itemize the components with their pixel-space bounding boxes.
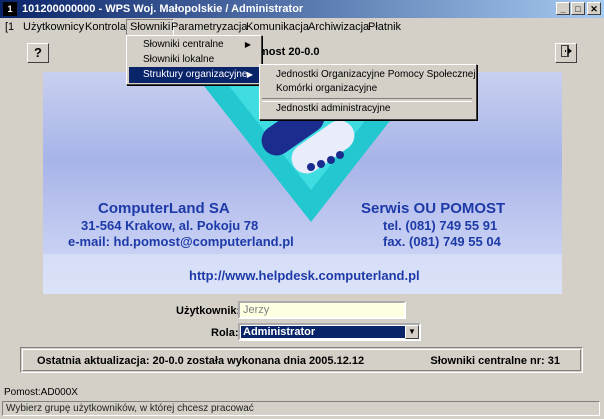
slowniki-menu: Słowniki centralne ▶ Słowniki lokalne St… (126, 35, 262, 85)
close-icon[interactable]: ✕ (587, 2, 601, 15)
company-email: e-mail: hd.pomost@computerland.pl (68, 234, 294, 249)
struktury-submenu: Jednostki Organizacyjne Pomocy Społeczne… (259, 64, 477, 120)
info-panel: Ostatnia aktualizacja: 20-0.0 została wy… (20, 347, 583, 373)
user-label: Użytkownik: (176, 305, 241, 317)
exit-door-icon (561, 45, 572, 57)
user-field[interactable]: Jerzy (238, 301, 406, 319)
submenu-arrow-icon: ▶ (244, 40, 251, 49)
menu-uzytkownicy[interactable]: Użytkownicy (20, 20, 87, 35)
service-tel: tel. (081) 749 55 91 (383, 218, 498, 233)
menu-parametryzacja[interactable]: Parametryzacja (168, 20, 250, 35)
company-name: ComputerLand SA (98, 200, 230, 217)
title-bar: 1 101200000000 - WPS Woj. Małopolskie / … (0, 0, 604, 18)
role-value: Administrator (241, 326, 407, 338)
company-address: 31-564 Krakow, al. Pokoju 78 (81, 218, 259, 233)
dictionary-number-text: Słowniki centralne nr: 31 (430, 355, 560, 367)
menu-bar: [1 Użytkownicy Kontrola Słowniki Paramet… (0, 18, 604, 36)
menu-bracket[interactable]: [1 (2, 20, 17, 35)
menu-item-label: Struktury organizacyjne (143, 69, 248, 80)
window-title: 101200000000 - WPS Woj. Małopolskie / Ad… (22, 3, 304, 15)
menu-item-slowniki-lokalne[interactable]: Słowniki lokalne (129, 52, 257, 68)
helpdesk-url[interactable]: http://www.helpdesk.computerland.pl (189, 268, 420, 283)
menu-komunikacja[interactable]: Komunikacja (243, 20, 312, 35)
pomost-id: Pomost:AD000X (4, 387, 78, 398)
menu-kontrola[interactable]: Kontrola (82, 20, 129, 35)
minimize-icon[interactable]: _ (556, 2, 570, 15)
role-label: Rola: (211, 327, 239, 339)
service-name: Serwis OU POMOST (361, 200, 506, 217)
menu-item-struktury-organizacyjne[interactable]: Struktury organizacyjne ▶ (129, 67, 259, 83)
menu-item-jednostki-administracyjne[interactable]: Jednostki administracyjne (262, 101, 472, 117)
role-select[interactable]: Administrator ▼ (238, 323, 421, 341)
help-button[interactable]: ? (27, 43, 49, 63)
menu-item-label: Słowniki centralne (143, 39, 224, 50)
status-bar: Wybierz grupę użytkowników, w której chc… (2, 401, 600, 416)
version-text: most 20-0.0 (259, 46, 320, 58)
menu-item-komorki[interactable]: Komórki organizacyjne (262, 81, 472, 97)
menu-archiwizacja[interactable]: Archiwizacja (305, 20, 372, 35)
menu-item-slowniki-centralne[interactable]: Słowniki centralne ▶ (129, 37, 257, 53)
service-fax: fax. (081) 749 55 04 (383, 234, 501, 249)
menu-item-label: Słowniki lokalne (143, 54, 215, 65)
exit-button[interactable] (555, 43, 577, 63)
app-icon[interactable]: 1 (3, 2, 17, 16)
maximize-icon[interactable]: □ (571, 2, 585, 15)
submenu-arrow-icon: ▶ (246, 70, 253, 79)
last-update-text: Ostatnia aktualizacja: 20-0.0 została wy… (37, 355, 365, 367)
menu-platnik[interactable]: Płatnik (365, 20, 404, 35)
chevron-down-icon[interactable]: ▼ (405, 325, 419, 339)
